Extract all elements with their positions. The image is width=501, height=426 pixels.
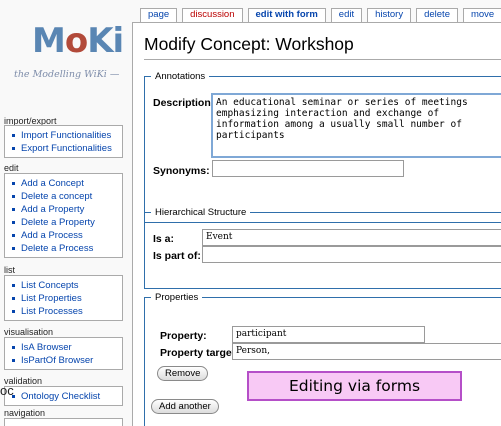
sidebar-item-export-functionalities[interactable]: Export Functionalities	[5, 142, 122, 155]
portlet-list: List Concepts List Properties List Proce…	[4, 275, 123, 321]
sidebar-item-isa-browser[interactable]: IsA Browser	[5, 341, 122, 354]
sidebar-item-import-functionalities[interactable]: Import Functionalities	[5, 129, 122, 142]
content-area: Modify Concept: Workshop Annotations Des…	[132, 22, 501, 426]
sidebar-item-list-properties[interactable]: List Properties	[5, 292, 122, 305]
synonyms-label: Synonyms:	[153, 165, 210, 177]
sidebar-item-ispartof-browser[interactable]: IsPartOf Browser	[5, 354, 122, 367]
background-window-text: oc	[0, 383, 14, 398]
tab-history[interactable]: history	[367, 8, 412, 22]
sidebar-item-delete-property[interactable]: Delete a Property	[5, 216, 122, 229]
moki-logo[interactable]: MoKi the Modelling WiKi —	[14, 24, 124, 84]
page-tabs: page discussion edit with form edit hist…	[140, 8, 501, 22]
portlet-title-edit: edit	[4, 163, 19, 173]
hierarchy-legend: Hierarchical Structure	[155, 207, 247, 218]
tab-edit-with-form[interactable]: edit with form	[247, 8, 326, 22]
property-target-label: Property target:	[160, 347, 239, 359]
sidebar-item-add-property[interactable]: Add a Property	[5, 203, 122, 216]
sidebar-item-add-concept[interactable]: Add a Concept	[5, 177, 122, 190]
is-a-input[interactable]: Event	[202, 229, 501, 246]
portlet-validation: Ontology Checklist	[4, 386, 123, 406]
tab-edit[interactable]: edit	[330, 8, 363, 22]
sidebar-item-list-processes[interactable]: List Processes	[5, 305, 122, 318]
description-label: Description:	[153, 97, 215, 109]
logo-wordmark: MoKi	[32, 21, 124, 61]
sidebar-item-add-process[interactable]: Add a Process	[5, 229, 122, 242]
tab-page[interactable]: page	[140, 8, 178, 22]
is-part-of-input[interactable]	[202, 246, 501, 263]
sidebar-item-list-concepts[interactable]: List Concepts	[5, 279, 122, 292]
portlet-title-navigation: navigation	[4, 408, 46, 418]
description-textarea[interactable]: An educational seminar or series of meet…	[211, 93, 501, 158]
sidebar: MoKi the Modelling WiKi — import/export …	[0, 0, 129, 426]
properties-legend: Properties	[155, 292, 199, 303]
portlet-edit: Add a Concept Delete a concept Add a Pro…	[4, 173, 123, 258]
portlet-title-list: list	[4, 265, 15, 275]
title-divider	[144, 59, 501, 60]
tab-delete[interactable]: delete	[416, 8, 458, 22]
property-label: Property:	[160, 330, 207, 342]
tab-discussion[interactable]: discussion	[182, 8, 243, 22]
annotations-legend: Annotations	[155, 71, 206, 82]
remove-button[interactable]: Remove	[157, 366, 209, 381]
sidebar-item-ontology-checklist[interactable]: Ontology Checklist	[5, 390, 122, 403]
sidebar-item-delete-process[interactable]: Delete a Process	[5, 242, 122, 255]
portlet-navigation	[4, 418, 123, 426]
logo-tagline: the Modelling WiKi —	[14, 69, 120, 80]
page-title: Modify Concept: Workshop	[144, 34, 354, 54]
editing-via-forms-callout: Editing via forms	[247, 371, 462, 401]
portlet-title-visualisation: visualisation	[4, 327, 54, 337]
portlet-import-export: Import Functionalities Export Functional…	[4, 125, 123, 158]
property-input[interactable]: participant	[232, 326, 425, 343]
sidebar-item-delete-concept[interactable]: Delete a concept	[5, 190, 122, 203]
tab-move[interactable]: move	[462, 8, 501, 22]
is-a-label: Is a:	[153, 233, 175, 245]
synonyms-input[interactable]	[212, 160, 404, 177]
add-another-button[interactable]: Add another	[151, 399, 219, 414]
property-target-input[interactable]: Person,	[232, 343, 501, 360]
portlet-visualisation: IsA Browser IsPartOf Browser	[4, 337, 123, 370]
is-part-of-label: Is part of:	[153, 250, 201, 262]
